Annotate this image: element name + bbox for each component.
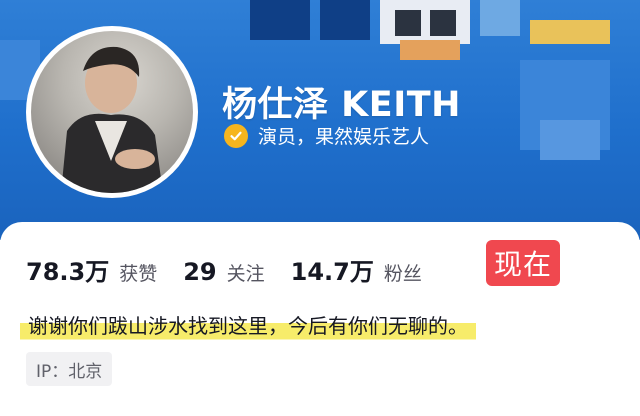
following-label: 关注: [226, 263, 265, 285]
verified-check-icon: [224, 123, 248, 148]
stat-likes[interactable]: 78.3万 获赞: [26, 252, 157, 287]
following-count: 29: [183, 258, 217, 286]
stat-following[interactable]: 29 关注: [183, 258, 264, 286]
check-mark-icon: [230, 131, 242, 140]
verification-text: 演员，果然娱乐艺人: [258, 126, 430, 148]
profile-banner: 杨仕泽 KEITH 演员，果然娱乐艺人: [0, 0, 640, 240]
ip-location-tag: IP：北京: [26, 352, 113, 386]
avatar-portrait: [61, 46, 163, 193]
likes-label: 获赞: [119, 263, 158, 285]
followers-count: 14.7万: [290, 258, 374, 286]
stat-followers[interactable]: 14.7万 粉丝: [291, 252, 422, 287]
stats-row: 78.3万 获赞 29 关注 14.7万 粉丝: [26, 252, 448, 287]
banner-pixel-block: [540, 120, 600, 160]
now-badge: 现在: [486, 240, 560, 286]
profile-card: 78.3万 获赞 29 关注 14.7万 粉丝 现在 谢谢你们跋山涉水找到这里，…: [0, 222, 640, 416]
avatar-ring[interactable]: [26, 26, 198, 198]
bio-container: 谢谢你们跋山涉水找到这里，今后有你们无聊的。: [20, 310, 476, 342]
likes-count: 78.3万: [26, 258, 110, 286]
avatar[interactable]: [31, 31, 193, 193]
profile-bio: 谢谢你们跋山涉水找到这里，今后有你们无聊的。: [20, 310, 476, 342]
profile-name: 杨仕泽 KEITH: [222, 85, 461, 125]
followers-label: 粉丝: [383, 263, 422, 285]
verification-row: 演员，果然娱乐艺人: [224, 122, 429, 149]
